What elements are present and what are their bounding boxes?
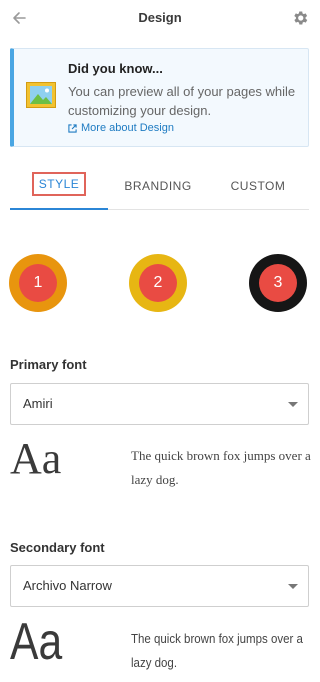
external-link-icon: [68, 123, 77, 133]
swatch-number: 1: [19, 264, 57, 302]
swatch-number: 2: [139, 264, 177, 302]
chevron-down-icon: [288, 402, 298, 407]
primary-font-select[interactable]: Amiri: [10, 383, 309, 425]
secondary-font-sample-big: Aa: [10, 613, 63, 671]
secondary-font-sample-text: The quick brown fox jumps over a lazy do…: [131, 632, 303, 670]
image-icon: [26, 82, 56, 108]
color-swatch-3[interactable]: 3: [249, 254, 307, 312]
secondary-font-value: Archivo Narrow: [23, 578, 112, 593]
tab-branding[interactable]: BRANDING: [108, 168, 208, 209]
primary-font-sample-text: The quick brown fox jumps over a lazy do…: [131, 448, 311, 487]
tab-bar: STYLE BRANDING CUSTOM: [10, 168, 309, 210]
more-about-design-label: More about Design: [81, 122, 174, 134]
tip-body: You can preview all of your pages while …: [68, 84, 296, 118]
secondary-font-select[interactable]: Archivo Narrow: [10, 565, 309, 607]
tip-title: Did you know...: [68, 61, 163, 76]
header: Design: [0, 0, 320, 36]
primary-font-label: Primary font: [10, 357, 87, 372]
primary-font-sample-big: Aa: [10, 434, 62, 483]
chevron-down-icon: [288, 584, 298, 589]
primary-font-value: Amiri: [23, 396, 53, 411]
tab-branding-label: BRANDING: [124, 179, 192, 193]
more-about-design-link[interactable]: More about Design: [68, 122, 174, 134]
gear-icon[interactable]: [291, 9, 309, 27]
tip-banner: Did you know... You can preview all of y…: [10, 48, 309, 147]
secondary-font-label: Secondary font: [10, 540, 105, 555]
tab-style-label: STYLE: [31, 172, 87, 196]
page-title: Design: [138, 10, 182, 25]
tab-custom-label: CUSTOM: [230, 179, 286, 193]
color-swatch-2[interactable]: 2: [129, 254, 187, 312]
tab-style[interactable]: STYLE: [10, 168, 108, 210]
swatch-number: 3: [259, 264, 297, 302]
color-swatch-1[interactable]: 1: [9, 254, 67, 312]
tab-custom[interactable]: CUSTOM: [208, 168, 308, 209]
